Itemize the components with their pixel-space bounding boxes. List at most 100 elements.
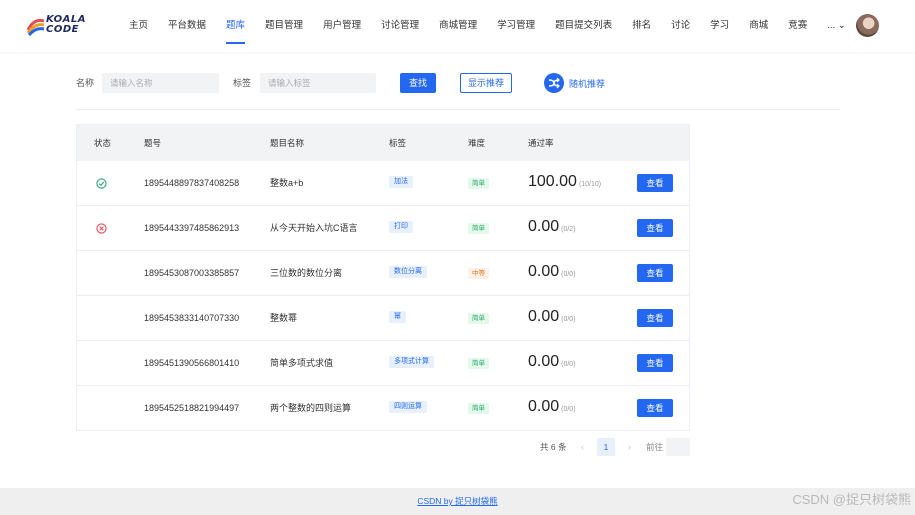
pagination-next-button[interactable]: › (628, 438, 631, 456)
pass-rate: 0.00 (0/0) (528, 353, 576, 371)
passed-check-icon (96, 178, 107, 189)
problem-tag: 四则运算 (389, 401, 427, 413)
nav-item-contest[interactable]: 竞赛 (788, 0, 807, 52)
main-nav: 主页 平台数据 题库 题目管理 用户管理 讨论管理 商城管理 学习管理 题目提交… (120, 0, 846, 52)
problem-tag: 幂 (389, 311, 406, 323)
pass-rate: 0.00 (0/0) (528, 263, 576, 281)
nav-item-platform-data[interactable]: 平台数据 (168, 0, 206, 52)
footer: CSDN by 捉只树袋熊 (0, 488, 915, 515)
pass-rate-percent: 0.00 (528, 218, 560, 235)
problem-name[interactable]: 从今天开始入坑C语言 (270, 206, 358, 251)
pass-rate-percent: 0.00 (528, 353, 560, 370)
view-problem-button[interactable]: 查看 (637, 354, 673, 372)
problem-id: 1895443397485862913 (144, 223, 240, 233)
nav-item-home[interactable]: 主页 (129, 0, 148, 52)
pass-rate: 100.00 (10/10) (528, 173, 601, 191)
pass-rate-percent: 0.00 (528, 263, 560, 280)
header-tag: 标签 (389, 138, 407, 148)
pagination-page-current[interactable]: 1 (597, 438, 615, 456)
problem-id: 1895451390566801410 (144, 358, 240, 368)
pagination-total: 共 6 条 (540, 442, 567, 452)
problem-tag: 加法 (389, 176, 413, 188)
difficulty-badge: 简单 (468, 223, 489, 234)
pass-rate-percent: 0.00 (528, 398, 560, 415)
search-button[interactable]: 查找 (400, 73, 436, 93)
view-problem-button[interactable]: 查看 (637, 219, 673, 237)
nav-item-learning[interactable]: 学习 (710, 0, 729, 52)
nav-item-ranking[interactable]: 排名 (632, 0, 651, 52)
problem-name[interactable]: 三位数的数位分离 (270, 251, 342, 296)
show-recommend-button[interactable]: 显示推荐 (460, 73, 512, 93)
problem-id: 1895448897837408258 (144, 178, 240, 188)
problem-name[interactable]: 整数a+b (270, 161, 303, 206)
table-row: 1895452518821994497 两个整数的四则运算 四则运算 简单 0.00 (0… (77, 386, 689, 431)
difficulty-badge: 简单 (468, 178, 489, 189)
pass-rate: 0.00 (0/0) (528, 308, 576, 326)
view-problem-button[interactable]: 查看 (637, 309, 673, 327)
logo-mark-icon (26, 18, 45, 36)
problem-tag: 数位分离 (389, 266, 427, 278)
nav-item-user-admin[interactable]: 用户管理 (323, 0, 361, 52)
difficulty-badge: 简单 (468, 313, 489, 324)
tag-search-input[interactable] (260, 73, 376, 93)
difficulty-badge: 中等 (468, 268, 489, 279)
footer-link[interactable]: CSDN by 捉只树袋熊 (0, 488, 915, 515)
search-divider (76, 109, 840, 110)
random-recommend-button[interactable]: 随机推荐 (544, 72, 605, 94)
problem-tag: 打印 (389, 221, 413, 233)
nav-item-problem-bank[interactable]: 题库 (226, 0, 246, 52)
table-row: 1895443397485862913 从今天开始入坑C语言 打印 简单 0.00 (0/… (77, 206, 689, 251)
pass-rate-ratio: (10/10) (578, 181, 602, 188)
nav-item-learning-admin[interactable]: 学习管理 (497, 0, 535, 52)
nav-item-mall[interactable]: 商城 (749, 0, 768, 52)
nav-item-discussion-admin[interactable]: 讨论管理 (381, 0, 419, 52)
table-row: 1895448897837408258 整数a+b 加法 简单 100.00 (10/10… (77, 161, 689, 206)
csdn-watermark: CSDN @捉只树袋熊 (792, 492, 911, 507)
tag-label: 标签 (233, 78, 252, 88)
problem-id: 1895453833140707330 (144, 313, 240, 323)
pass-rate-ratio: (0/2) (561, 226, 576, 233)
problem-tag: 多项式计算 (389, 356, 434, 368)
user-avatar[interactable] (856, 14, 879, 37)
difficulty-badge: 简单 (468, 358, 489, 369)
pass-rate-percent: 100.00 (528, 173, 577, 190)
pagination-prev-button[interactable]: ‹ (581, 438, 584, 456)
header-id: 题号 (144, 138, 162, 148)
header-status: 状态 (94, 138, 112, 148)
nav-item-problem-admin[interactable]: 题目管理 (265, 0, 303, 52)
name-label: 名称 (76, 78, 95, 88)
problem-name[interactable]: 简单多项式求值 (270, 341, 333, 386)
koala-code-logo[interactable]: KOALA CODE (26, 14, 94, 38)
problem-id: 1895452518821994497 (144, 403, 240, 413)
view-problem-button[interactable]: 查看 (637, 174, 673, 192)
header-difficulty: 难度 (468, 138, 486, 148)
top-navbar: KOALA CODE 主页 平台数据 题库 题目管理 用户管理 讨论管理 商城管… (0, 0, 915, 52)
pass-rate-ratio: (0/0) (561, 316, 576, 323)
view-problem-button[interactable]: 查看 (637, 399, 673, 417)
pass-rate-ratio: (0/0) (561, 361, 576, 368)
problem-name[interactable]: 两个整数的四则运算 (270, 386, 351, 431)
nav-item-submission-list[interactable]: 题目提交列表 (555, 0, 612, 52)
pass-rate-ratio: (0/0) (561, 271, 576, 278)
nav-item-discussion[interactable]: 讨论 (671, 0, 690, 52)
view-problem-button[interactable]: 查看 (637, 264, 673, 282)
pass-rate: 0.00 (0/0) (528, 398, 576, 416)
header-pass-rate: 通过率 (528, 138, 554, 148)
problem-table: 状态 题号 题目名称 标签 难度 通过率 1895448897837408258… (76, 124, 690, 431)
failed-cross-icon (96, 223, 107, 234)
name-search-input[interactable] (102, 73, 219, 93)
table-body: 1895448897837408258 整数a+b 加法 简单 100.00 (10/10… (77, 161, 689, 431)
nav-more-dropdown[interactable]: ... ⌄ (827, 0, 846, 52)
pass-rate: 0.00 (0/2) (528, 218, 576, 236)
nav-item-mall-admin[interactable]: 商城管理 (439, 0, 477, 52)
pass-rate-ratio: (0/0) (561, 406, 576, 413)
header-name: 题目名称 (270, 138, 305, 148)
random-recommend-label: 随机推荐 (569, 78, 606, 89)
table-row: 1895451390566801410 简单多项式求值 多项式计算 简单 0.00 (0/… (77, 341, 689, 386)
logo-text: KOALA CODE (46, 14, 86, 35)
problem-id: 1895453087003385857 (144, 268, 240, 278)
search-bar: 名称 标签 查找 显示推荐 随机推荐 (76, 72, 840, 94)
pagination-goto-input[interactable] (666, 438, 690, 456)
problem-name[interactable]: 整数幂 (270, 296, 297, 341)
pagination-goto-label: 前往 (646, 442, 664, 452)
